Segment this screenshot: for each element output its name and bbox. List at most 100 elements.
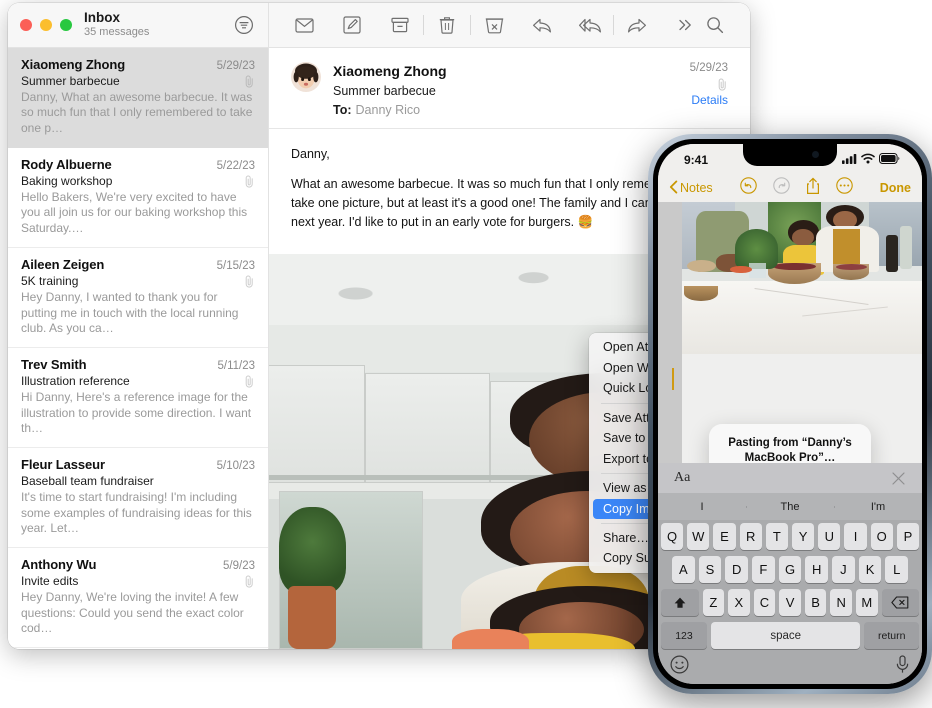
key-z[interactable]: Z [702, 589, 725, 616]
key-g[interactable]: G [778, 556, 802, 583]
key-h[interactable]: H [805, 556, 829, 583]
share-up-icon[interactable] [806, 177, 820, 200]
phone-notch [743, 144, 837, 166]
key-j[interactable]: J [832, 556, 855, 583]
reply-button[interactable] [527, 10, 557, 40]
note-pasted-photo[interactable] [682, 202, 922, 354]
message-list-item[interactable]: Anthony Wu 5/9/23 Invite edits Hey Danny, W… [8, 548, 268, 649]
message-item-preview: Danny, What an awesome barbecue. It was … [21, 90, 253, 135]
message-list-item[interactable]: Xiaomeng Zhong 5/29/23 Summer barbecue Dann… [8, 48, 268, 149]
message-list-item[interactable]: Jenny Court5/8/23Reunion road trip picsH… [8, 648, 268, 649]
ios-keyboard[interactable]: I The I'm QWERTYUIOP ASDFGHJKL ZXCVBNM 1… [658, 493, 922, 684]
junk-button[interactable] [479, 10, 509, 40]
key-b[interactable]: B [804, 589, 827, 616]
minimize-window-button[interactable] [40, 19, 52, 31]
key-y[interactable]: Y [792, 523, 815, 550]
archive-button[interactable] [385, 10, 415, 40]
mark-unread-button[interactable] [289, 10, 319, 40]
predictive-text-row[interactable]: I The I'm [658, 493, 922, 520]
paperclip-icon [244, 575, 255, 588]
close-x-icon[interactable] [891, 471, 906, 486]
key-w[interactable]: W [687, 523, 710, 550]
chevron-left-icon [669, 180, 678, 197]
reply-all-button[interactable] [575, 10, 605, 40]
message-list[interactable]: Xiaomeng Zhong 5/29/23 Summer barbecue Dann… [8, 48, 268, 649]
microphone-icon[interactable] [895, 655, 910, 679]
message-item-subject: 5K training [21, 274, 79, 289]
message-item-subject: Summer barbecue [21, 74, 120, 88]
message-item-preview: Hey Danny, I wanted to thank you for put… [21, 290, 239, 335]
forward-button[interactable] [622, 10, 652, 40]
key-a[interactable]: A [671, 556, 695, 583]
emoji-smiley-icon[interactable] [670, 655, 689, 679]
close-window-button[interactable] [20, 19, 32, 31]
prediction-chip[interactable]: I'm [834, 501, 922, 513]
message-item-sender: Rody Albuerne [21, 157, 112, 173]
message-recipient-row: To: Danny Rico [333, 102, 447, 119]
key-o[interactable]: O [870, 523, 893, 550]
message-item-sender: Anthony Wu [21, 557, 97, 573]
notes-toolbar: Notes Done [658, 174, 922, 202]
screenshot-root: Inbox 35 messages Xiaomeng Zhong 5/29/23 S… [0, 0, 932, 708]
filter-icon[interactable] [233, 14, 255, 36]
return-key[interactable]: return [864, 622, 919, 649]
message-list-item[interactable]: Rody Albuerne 5/22/23 Baking workshop Hello… [8, 148, 268, 249]
key-e[interactable]: E [713, 523, 736, 550]
key-r[interactable]: R [739, 523, 762, 550]
keyboard-row-1[interactable]: QWERTYUIOP [658, 520, 922, 553]
message-list-item[interactable]: Fleur Lasseur 5/10/23 Baseball team fundra… [8, 448, 268, 549]
backspace-key[interactable] [881, 589, 919, 616]
message-list-item[interactable]: Aileen Zeigen 5/15/23 5K training Hey Danny… [8, 248, 268, 349]
text-format-button[interactable]: Aa [674, 470, 690, 486]
key-i[interactable]: I [844, 523, 867, 550]
keyboard-row-3[interactable]: ZXCVBNM [658, 586, 922, 619]
undo-circle-icon[interactable] [739, 177, 757, 199]
shift-key[interactable] [661, 589, 699, 616]
paste-progress-dialog: Pasting from “Danny’s MacBook Pro”… Canc… [709, 424, 871, 463]
key-c[interactable]: C [753, 589, 776, 616]
key-v[interactable]: V [779, 589, 801, 616]
key-t[interactable]: T [765, 523, 788, 550]
key-q[interactable]: Q [660, 523, 684, 550]
message-sender: Xiaomeng Zhong [333, 63, 447, 79]
key-k[interactable]: K [858, 556, 882, 583]
status-indicators [842, 151, 900, 169]
context-menu-item-label: Share… [603, 530, 649, 545]
note-content-area[interactable]: Pasting from “Danny’s MacBook Pro”… Canc… [658, 202, 922, 463]
key-f[interactable]: F [752, 556, 775, 583]
wifi-icon [861, 151, 875, 169]
numbers-key[interactable]: 123 [661, 622, 707, 649]
phone-bezel: 9:41 Notes Done Pasting from “Danny’s Ma… [653, 139, 927, 689]
message-list-item[interactable]: Trev Smith 5/11/23 Illustration reference H… [8, 348, 268, 449]
ellipsis-circle-icon[interactable] [835, 177, 853, 199]
key-d[interactable]: D [725, 556, 748, 583]
message-item-date: 5/29/23 [216, 60, 255, 72]
keyboard-row-2[interactable]: ASDFGHJKL [658, 553, 922, 586]
keyboard-row-4[interactable]: 123 space return [658, 619, 922, 652]
compose-button[interactable] [337, 10, 367, 40]
space-key[interactable]: space [710, 622, 861, 649]
keyboard-bottom-row [658, 652, 922, 682]
key-n[interactable]: N [830, 589, 852, 616]
key-u[interactable]: U [818, 523, 841, 550]
delete-button[interactable] [432, 10, 462, 40]
key-s[interactable]: S [698, 556, 722, 583]
paperclip-icon [244, 375, 255, 388]
done-button[interactable]: Done [880, 181, 911, 195]
prediction-chip[interactable]: The [746, 501, 834, 513]
key-l[interactable]: L [885, 556, 909, 583]
message-item-date: 5/9/23 [223, 560, 255, 573]
key-x[interactable]: X [728, 589, 750, 616]
message-item-preview: Hey Danny, We're loving the invite! A fe… [21, 590, 244, 636]
maximize-window-button[interactable] [60, 19, 72, 31]
key-p[interactable]: P [896, 523, 920, 550]
message-item-subject: Invite edits [21, 574, 79, 589]
prediction-chip[interactable]: I [658, 501, 746, 513]
back-to-notes-button[interactable]: Notes [669, 180, 713, 197]
message-item-sender: Aileen Zeigen [21, 257, 105, 273]
details-link[interactable]: Details [690, 93, 728, 107]
key-m[interactable]: M [855, 589, 878, 616]
more-button[interactable] [670, 10, 700, 40]
note-format-bar: Aa [658, 463, 922, 493]
search-button[interactable] [700, 10, 730, 40]
